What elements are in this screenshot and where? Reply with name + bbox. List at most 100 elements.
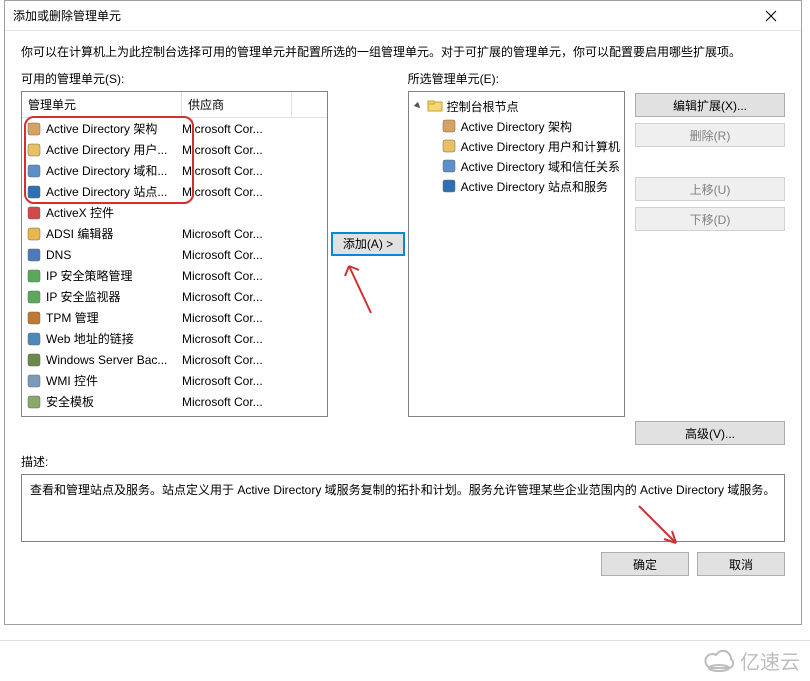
advanced-button[interactable]: 高级(V)... [635, 421, 785, 445]
move-down-button: 下移(D) [635, 207, 785, 231]
ipsec-pol-icon [26, 268, 42, 284]
list-item[interactable]: 安全配置和分析 Microsoft Cor [22, 412, 327, 417]
item-vendor: Microsoft Cor... [182, 374, 292, 388]
item-name: Active Directory 站点... [46, 183, 167, 200]
item-vendor: Microsoft Cor... [182, 248, 292, 262]
tree-item[interactable]: Active Directory 域和信任关系 [441, 156, 620, 176]
move-up-button: 上移(U) [635, 177, 785, 201]
available-label: 可用的管理单元(S): [21, 70, 328, 87]
list-item[interactable]: Active Directory 站点... Microsoft Cor... [22, 181, 327, 202]
selected-column: 所选管理单元(E): 控制台根节点 Active Directory 架构 Act… [408, 70, 785, 417]
tree-root-label: 控制台根节点 [447, 98, 519, 115]
side-buttons: 编辑扩展(X)... 删除(R) 上移(U) 下移(D) [635, 70, 785, 417]
tpm-icon [26, 310, 42, 326]
item-name: WMI 控件 [46, 372, 98, 389]
item-name: DNS [46, 248, 71, 262]
col-header-vendor[interactable]: 供应商 [182, 92, 292, 117]
list-item[interactable]: IP 安全策略管理 Microsoft Cor... [22, 265, 327, 286]
item-name: 安全配置和分析 [46, 414, 130, 417]
item-name: Active Directory 用户... [46, 141, 167, 158]
activex-icon [26, 205, 42, 221]
item-vendor: Microsoft Cor... [182, 143, 292, 157]
list-item[interactable]: DNS Microsoft Cor... [22, 244, 327, 265]
list-item[interactable]: IP 安全监视器 Microsoft Cor... [22, 286, 327, 307]
item-name: Active Directory 架构 [46, 120, 157, 137]
item-vendor: Microsoft Cor... [182, 332, 292, 346]
tree-item-label: Active Directory 站点和服务 [461, 178, 608, 195]
item-name: Web 地址的链接 [46, 330, 134, 347]
arrow-annotation-1 [341, 258, 381, 318]
item-vendor: Microsoft Cor... [182, 353, 292, 367]
ad-users-icon [441, 138, 457, 154]
available-listbox[interactable]: 管理单元 供应商 Active Directory 架构 Microsoft Co… [21, 91, 328, 417]
list-item[interactable]: Active Directory 域和...Microsoft Cor... [22, 160, 327, 181]
wsb-icon [26, 352, 42, 368]
list-item[interactable]: TPM 管理 Microsoft Cor... [22, 307, 327, 328]
cancel-button[interactable]: 取消 [697, 552, 785, 576]
item-vendor: Microsoft Cor... [182, 269, 292, 283]
item-vendor: Microsoft Cor... [182, 122, 292, 136]
dns-icon [26, 247, 42, 263]
list-item[interactable]: WMI 控件 Microsoft Cor... [22, 370, 327, 391]
ipsec-mon-icon [26, 289, 42, 305]
ad-schema-icon [26, 121, 42, 137]
item-vendor: Microsoft Cor... [182, 290, 292, 304]
tree-item[interactable]: Active Directory 站点和服务 [441, 176, 620, 196]
titlebar: 添加或删除管理单元 [5, 1, 801, 31]
col-header-snapin[interactable]: 管理单元 [22, 92, 182, 117]
item-name: Active Directory 域和... [46, 162, 167, 179]
close-icon [765, 10, 777, 22]
item-vendor: Microsoft Cor... [182, 227, 292, 241]
ad-sites-icon [441, 178, 457, 194]
list-item[interactable]: Windows Server Bac... Microsoft Cor... [22, 349, 327, 370]
adsi-icon [26, 226, 42, 242]
sec-tpl-icon [26, 394, 42, 410]
item-vendor: Microsoft Cor... [182, 185, 292, 199]
watermark: 亿速云 [704, 646, 800, 675]
logo-icon [704, 648, 734, 674]
sec-cfg-icon [26, 415, 42, 418]
selected-treebox[interactable]: 控制台根节点 Active Directory 架构 Active Directo… [408, 91, 625, 417]
item-name: IP 安全监视器 [46, 288, 120, 305]
ad-sites-icon [26, 184, 42, 200]
list-item[interactable]: ActiveX 控件 [22, 202, 327, 223]
dialog-window: 添加或删除管理单元 你可以在计算机上为此控制台选择可用的管理单元并配置所选的一组… [4, 0, 802, 625]
remove-button: 删除(R) [635, 123, 785, 147]
tree-item[interactable]: Active Directory 用户和计算机 [441, 136, 620, 156]
collapse-icon[interactable] [413, 101, 423, 111]
tree-item-label: Active Directory 用户和计算机 [461, 138, 620, 155]
item-vendor: Microsoft Cor... [182, 311, 292, 325]
close-button[interactable] [748, 1, 793, 31]
item-vendor: Microsoft Cor... [182, 395, 292, 409]
tree-root[interactable]: 控制台根节点 [413, 96, 620, 116]
item-name: 安全模板 [46, 393, 94, 410]
list-item[interactable]: Web 地址的链接 Microsoft Cor... [22, 328, 327, 349]
description-text: 查看和管理站点及服务。站点定义用于 Active Directory 域服务复制… [30, 483, 775, 497]
main-content: 可用的管理单元(S): 管理单元 供应商 Active Directory 架构… [5, 66, 801, 417]
tree-item[interactable]: Active Directory 架构 [441, 116, 620, 136]
item-name: ADSI 编辑器 [46, 225, 113, 242]
item-name: IP 安全策略管理 [46, 267, 132, 284]
middle-column: 添加(A) > [328, 70, 407, 417]
list-item[interactable]: ADSI 编辑器 Microsoft Cor... [22, 223, 327, 244]
folder-icon [427, 98, 443, 114]
edit-extensions-button[interactable]: 编辑扩展(X)... [635, 93, 785, 117]
item-name: TPM 管理 [46, 309, 99, 326]
dialog-title: 添加或删除管理单元 [13, 7, 748, 24]
item-vendor: Microsoft Cor [182, 416, 292, 418]
ad-schema-icon [441, 118, 457, 134]
tree-item-label: Active Directory 架构 [461, 118, 572, 135]
wmi-icon [26, 373, 42, 389]
list-rows[interactable]: Active Directory 架构Microsoft Cor...Activ… [22, 118, 327, 417]
ad-users-icon [26, 142, 42, 158]
list-item[interactable]: 安全模板 Microsoft Cor... [22, 391, 327, 412]
ok-button[interactable]: 确定 [601, 552, 689, 576]
item-name: Windows Server Bac... [46, 353, 167, 367]
list-item[interactable]: Active Directory 用户... Microsoft Cor... [22, 139, 327, 160]
list-item[interactable]: Active Directory 架构 Microsoft Cor... [22, 118, 327, 139]
add-button[interactable]: 添加(A) > [331, 232, 405, 256]
advanced-row: 高级(V)... [5, 417, 801, 445]
description-box: 查看和管理站点及服务。站点定义用于 Active Directory 域服务复制… [21, 474, 785, 542]
list-header: 管理单元 供应商 [22, 92, 327, 118]
selected-label: 所选管理单元(E): [408, 70, 625, 87]
